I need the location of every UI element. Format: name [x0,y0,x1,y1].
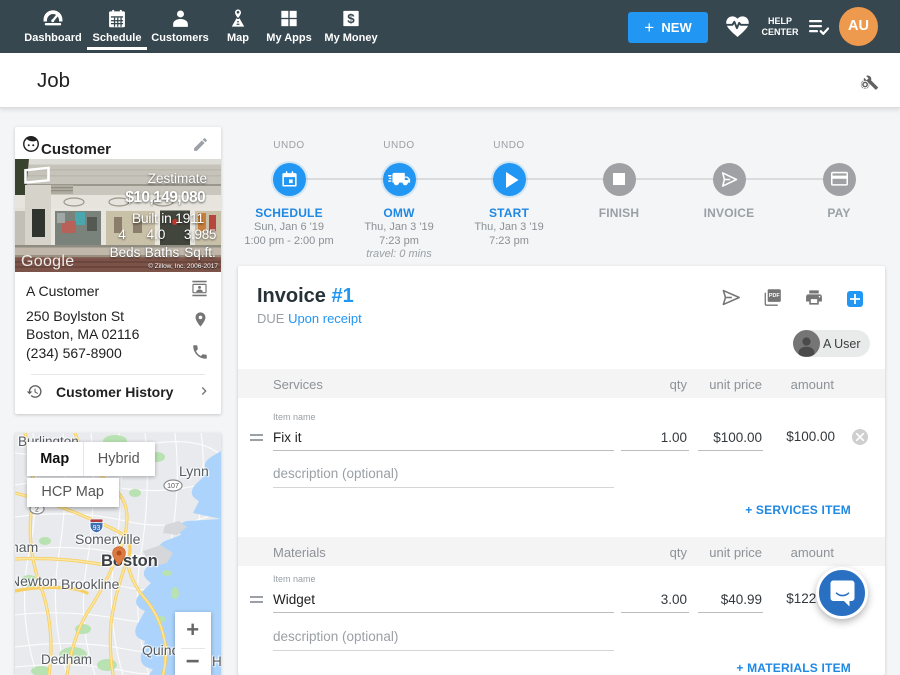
svg-text:PDF: PDF [769,293,781,299]
svg-text:2: 2 [35,507,39,514]
svg-text:107: 107 [167,483,179,490]
svg-text:$: $ [347,11,355,26]
svg-text:93: 93 [93,525,101,532]
